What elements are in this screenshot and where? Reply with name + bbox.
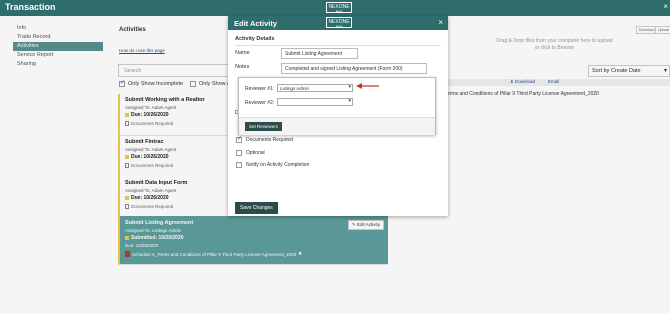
nexone-logo: NEXONE aeos [326,2,352,13]
option-optional[interactable]: Optional [236,150,265,156]
notes-label: Notes [235,64,250,70]
red-arrow-icon [356,83,379,89]
name-input[interactable]: Submit Listing Agreement [281,48,358,59]
option-label: Optional [246,150,265,156]
close-icon[interactable]: × [438,18,443,27]
notes-input[interactable]: Completed and signed Listing Agreement (… [281,63,427,74]
reviewer-2-select[interactable] [277,98,353,106]
name-label: Name [235,50,250,56]
option-documents-required[interactable]: Documents Required [236,135,293,143]
logo-sub: aeos [335,9,343,13]
modal-header: Edit Activity NEXONE aeos × [228,16,448,30]
option-label: Documents Required [246,137,293,143]
checkbox-icon[interactable] [236,150,242,156]
nexone-logo: NEXONE aeos [326,17,352,28]
activity-details-heading: Activity Details [235,36,441,46]
reviewer-1-select[interactable]: Listings Admin [277,84,353,92]
set-reviewers-button[interactable]: Set Reviewers [245,122,283,131]
popover-footer: Set Reviewers [239,117,435,135]
reviewer-1-label: Reviewer #1: [245,86,275,92]
checkbox-icon[interactable] [236,162,242,168]
reviewer-2-label: Reviewer #2: [245,100,275,106]
checkbox-icon[interactable] [236,135,242,143]
modal-title: Edit Activity [234,19,278,28]
top-bar: Transaction NEXONE aeos × [0,0,670,16]
option-label: Notify on Activity Completion [246,162,310,168]
close-icon[interactable]: × [663,2,668,11]
option-notify-completion[interactable]: Notify on Activity Completion [236,162,309,168]
page-title: Transaction [5,2,56,12]
logo-sub: aeos [335,24,343,28]
save-changes-button[interactable]: Save Changes [235,202,278,214]
reviewers-popover: Reviewer #1: Listings Admin Reviewer #2:… [238,77,436,135]
